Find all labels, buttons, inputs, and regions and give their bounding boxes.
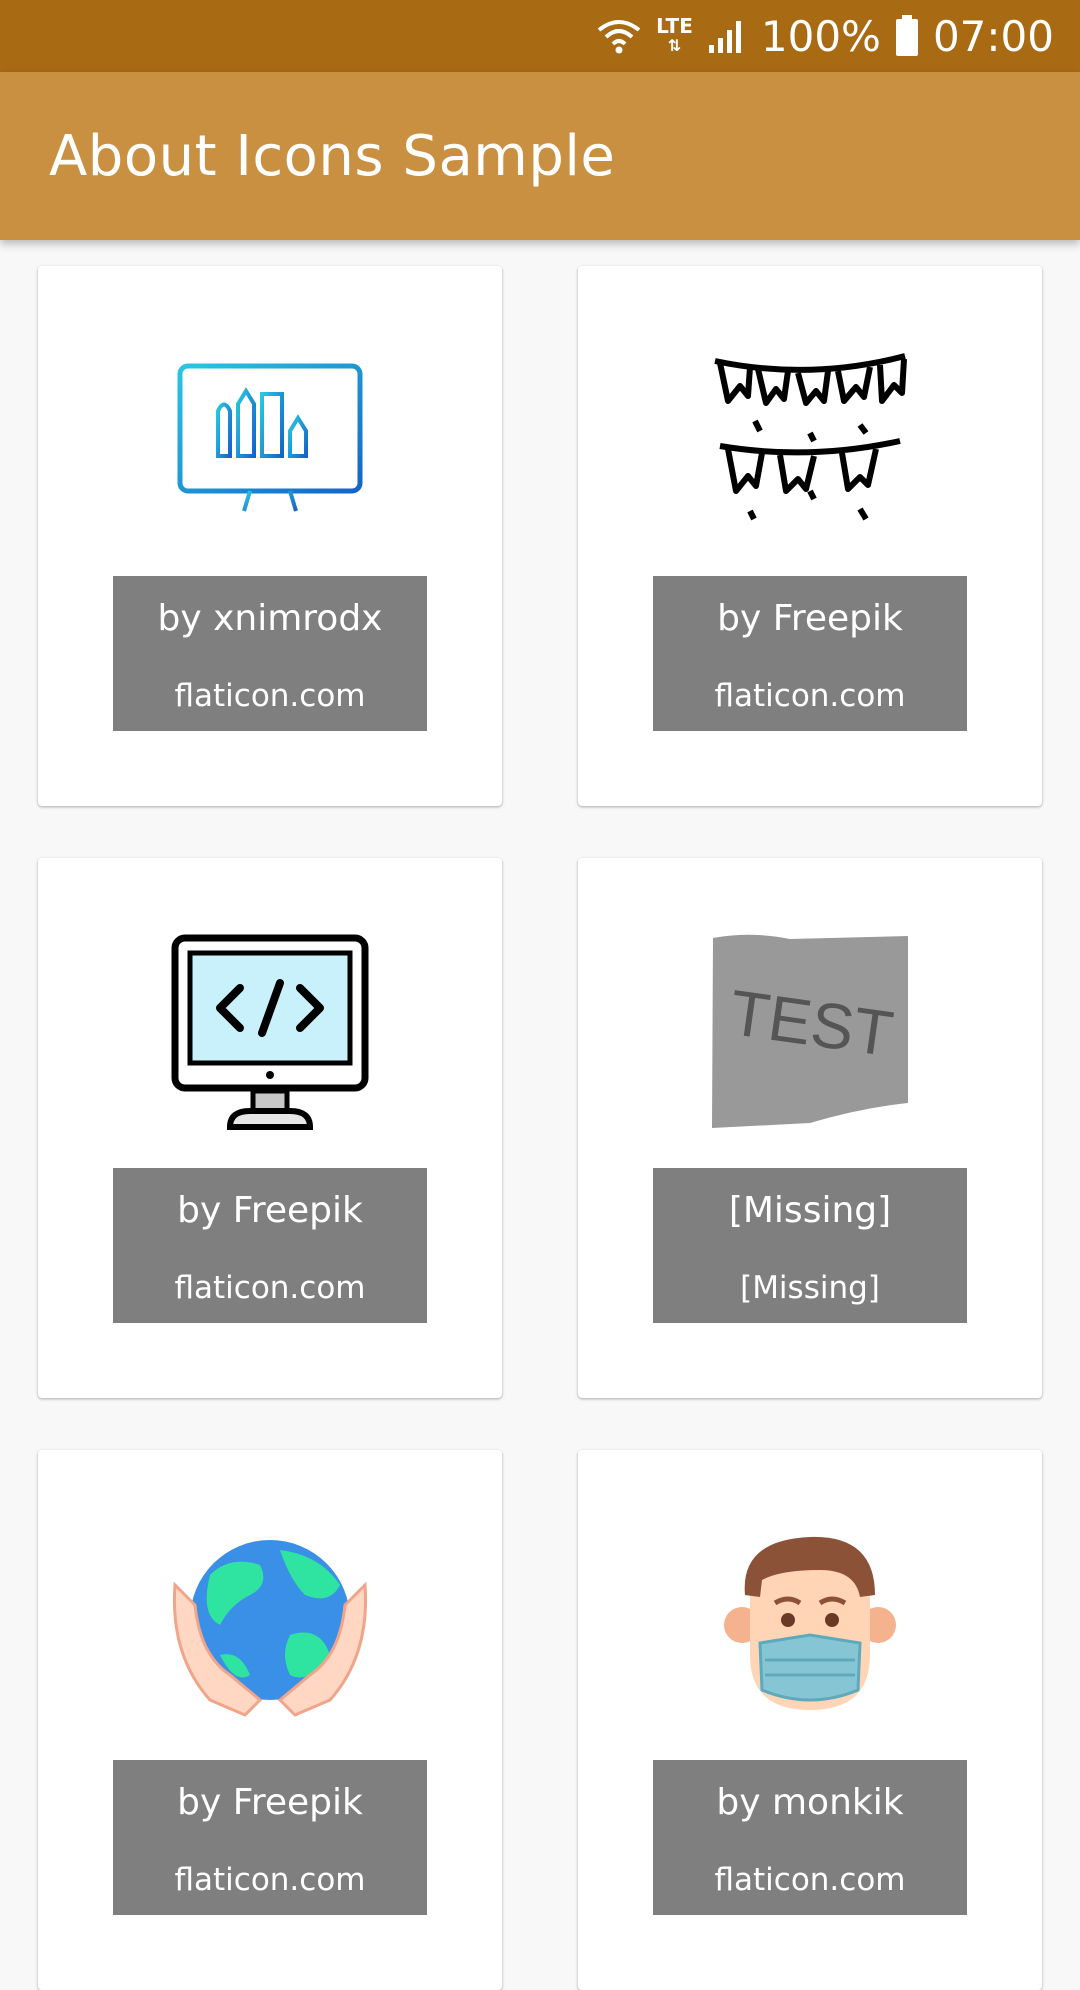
source-label: flaticon.com xyxy=(174,1862,366,1898)
credit-panel: [Missing] [Missing] xyxy=(653,1168,967,1323)
icon-credit-card[interactable]: by xnimrodx flaticon.com xyxy=(38,266,502,806)
icon-credit-card[interactable]: by Freepik flaticon.com xyxy=(38,858,502,1398)
credit-panel: by Freepik flaticon.com xyxy=(113,1760,427,1915)
code-monitor-icon xyxy=(170,933,370,1133)
icon-credit-card[interactable]: by Freepik flaticon.com xyxy=(578,266,1042,806)
lte-label: LTE xyxy=(656,14,693,38)
app-bar: About Icons Sample xyxy=(0,72,1080,240)
data-arrows-icon: ⇅ xyxy=(667,36,682,55)
credit-panel: by Freepik flaticon.com xyxy=(113,1168,427,1323)
icon-credit-card[interactable]: by Freepik flaticon.com xyxy=(38,1450,502,1990)
signal-icon xyxy=(707,17,747,55)
wifi-icon xyxy=(596,16,642,56)
author-label: by xnimrodx xyxy=(157,598,383,639)
source-label: flaticon.com xyxy=(714,1862,906,1898)
source-label: flaticon.com xyxy=(174,1270,366,1306)
author-label: by Freepik xyxy=(717,598,903,639)
credit-panel: by monkik flaticon.com xyxy=(653,1760,967,1915)
battery-icon xyxy=(895,15,919,57)
clock: 07:00 xyxy=(932,11,1054,61)
icon-credit-card[interactable]: TEST [Missing] [Missing] xyxy=(578,858,1042,1398)
page-title: About Icons Sample xyxy=(49,123,616,189)
earth-in-hands-icon xyxy=(170,1525,370,1725)
source-label: flaticon.com xyxy=(714,678,906,714)
author-label: by Freepik xyxy=(177,1190,363,1231)
monitor-design-tools-icon xyxy=(170,341,370,541)
credit-panel: by xnimrodx flaticon.com xyxy=(113,576,427,731)
credit-panel: by Freepik flaticon.com xyxy=(653,576,967,731)
icon-credits-grid: by xnimrodx flaticon.com by Freepik flat… xyxy=(0,240,1080,1990)
battery-percent: 100% xyxy=(760,11,881,61)
author-label: by Freepik xyxy=(177,1782,363,1823)
source-label: [Missing] xyxy=(740,1270,880,1306)
icon-credit-card[interactable]: by monkik flaticon.com xyxy=(578,1450,1042,1990)
status-bar: LTE ⇅ 100% 07:00 xyxy=(0,0,1080,72)
lte-indicator: LTE ⇅ xyxy=(656,16,693,56)
source-label: flaticon.com xyxy=(174,678,366,714)
bunting-flags-icon xyxy=(710,341,910,541)
man-with-mask-icon xyxy=(710,1525,910,1725)
test-placeholder-icon: TEST xyxy=(710,933,910,1133)
author-label: by monkik xyxy=(716,1782,904,1823)
author-label: [Missing] xyxy=(728,1190,892,1231)
